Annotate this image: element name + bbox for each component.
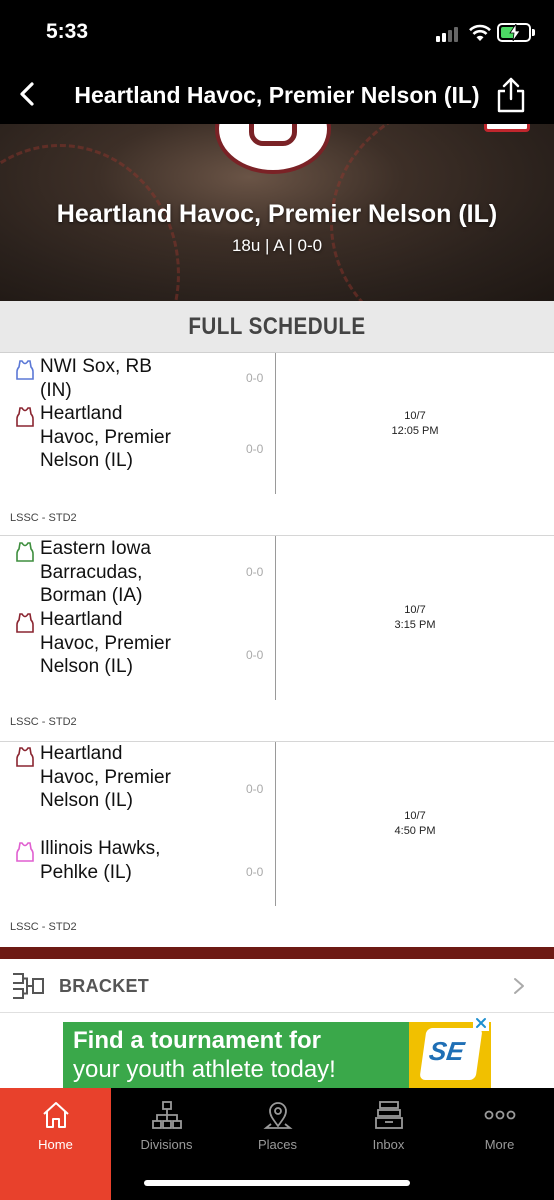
back-button[interactable] [10, 76, 46, 112]
more-icon [484, 1110, 516, 1120]
cellular-signal-icon [436, 26, 462, 42]
game-time: 4:50 PM [394, 825, 436, 837]
battery-cap [532, 29, 535, 36]
team-name: NWI Sox, RB (IN) [40, 356, 152, 401]
home-icon [43, 1102, 69, 1128]
jersey-icon [16, 842, 34, 862]
game-date: 10/7 [404, 810, 426, 822]
ad-area: Find a tournament for your youth athlete… [0, 1013, 554, 1088]
jersey-icon [16, 542, 34, 562]
game-card[interactable]: Heartland Havoc, Premier Nelson (IL) 0-0… [0, 742, 554, 947]
status-time: 5:33 [46, 20, 89, 43]
team-logo [215, 124, 331, 174]
game-divider [275, 742, 276, 906]
bracket-label: BRACKET [59, 976, 150, 996]
ad-headline: Find a tournament for [73, 1027, 321, 1054]
game-date: 10/7 [404, 410, 426, 422]
jersey-icon [249, 124, 297, 146]
team-hero-banner: Heartland Havoc, Premier Nelson (IL) 18u… [0, 124, 554, 301]
tab-more[interactable]: More [444, 1088, 554, 1200]
inbox-icon [375, 1101, 403, 1129]
tab-label: More [484, 1137, 515, 1152]
team-score: 0-0 [246, 565, 264, 579]
schedule-section-header: FULL SCHEDULE [0, 301, 554, 353]
team-score: 0-0 [246, 865, 264, 879]
jersey-icon [16, 360, 34, 380]
team-row: Eastern Iowa Barracudas, Borman (IA) 0-0 [14, 537, 274, 607]
team-name: Eastern Iowa Barracudas, Borman (IA) [40, 538, 151, 606]
places-icon [263, 1102, 293, 1129]
bracket-icon [13, 973, 44, 999]
team-score: 0-0 [246, 371, 264, 385]
game-card[interactable]: Eastern Iowa Barracudas, Borman (IA) 0-0… [0, 536, 554, 742]
divisions-icon [152, 1101, 182, 1129]
team-subtitle: 18u | A | 0-0 [231, 236, 323, 255]
game-venue: LSSC - STD2 [10, 512, 77, 524]
tab-home[interactable]: Home [0, 1088, 111, 1200]
tab-label: Home [38, 1137, 73, 1152]
status-bar: 5:33 [0, 0, 554, 66]
team-row: Heartland Havoc, Premier Nelson (IL) 0-0 [14, 742, 274, 836]
team-row: Heartland Havoc, Premier Nelson (IL) 0-0 [14, 608, 274, 702]
game-divider [275, 353, 276, 494]
tab-label: Inbox [372, 1137, 405, 1152]
bracket-row[interactable]: BRACKET [0, 959, 554, 1013]
share-button[interactable] [494, 76, 528, 114]
game-time: 3:15 PM [394, 619, 436, 631]
game-card[interactable]: NWI Sox, RB (IN) 0-0 Heartland Havoc, Pr… [0, 353, 554, 536]
jersey-icon [16, 747, 34, 767]
home-indicator[interactable] [144, 1180, 410, 1186]
wifi-icon [469, 24, 491, 41]
favorite-tab[interactable] [484, 124, 530, 132]
battery-icon [497, 23, 531, 42]
team-score: 0-0 [246, 648, 264, 662]
team-row: NWI Sox, RB (IN) 0-0 [14, 355, 274, 403]
section-title: FULL SCHEDULE [188, 313, 366, 340]
jersey-icon [16, 613, 34, 633]
ad-banner[interactable]: Find a tournament for your youth athlete… [63, 1022, 491, 1088]
team-name: Illinois Hawks, Pehlke (IL) [40, 838, 161, 883]
game-date: 10/7 [404, 604, 426, 616]
game-divider [275, 536, 276, 700]
tab-label: Places [257, 1137, 298, 1152]
ad-close-icon[interactable] [473, 1015, 489, 1031]
ad-logo: SE [409, 1022, 491, 1088]
ad-logo-text: SE [427, 1036, 467, 1066]
game-venue: LSSC - STD2 [10, 921, 77, 933]
team-row: Heartland Havoc, Premier Nelson (IL) 0-0 [14, 402, 274, 496]
tab-label: Divisions [140, 1137, 193, 1152]
jersey-icon [16, 407, 34, 427]
team-name-heading: Heartland Havoc, Premier Nelson (IL) [56, 200, 498, 228]
page-title: Heartland Havoc, Premier Nelson (IL) [74, 82, 480, 108]
team-score: 0-0 [246, 442, 264, 456]
team-score: 0-0 [246, 782, 264, 796]
team-name: Heartland Havoc, Premier Nelson (IL) [40, 403, 171, 471]
team-name: Heartland Havoc, Premier Nelson (IL) [40, 743, 171, 811]
section-divider [0, 947, 554, 959]
game-venue: LSSC - STD2 [10, 716, 77, 728]
team-name: Heartland Havoc, Premier Nelson (IL) [40, 609, 171, 677]
chevron-right-icon [514, 978, 524, 994]
ad-subline: your youth athlete today! [73, 1056, 336, 1083]
game-time: 12:05 PM [391, 425, 439, 437]
team-row: Illinois Hawks, Pehlke (IL) 0-0 [14, 837, 274, 907]
nav-bar: Heartland Havoc, Premier Nelson (IL) [0, 66, 554, 124]
